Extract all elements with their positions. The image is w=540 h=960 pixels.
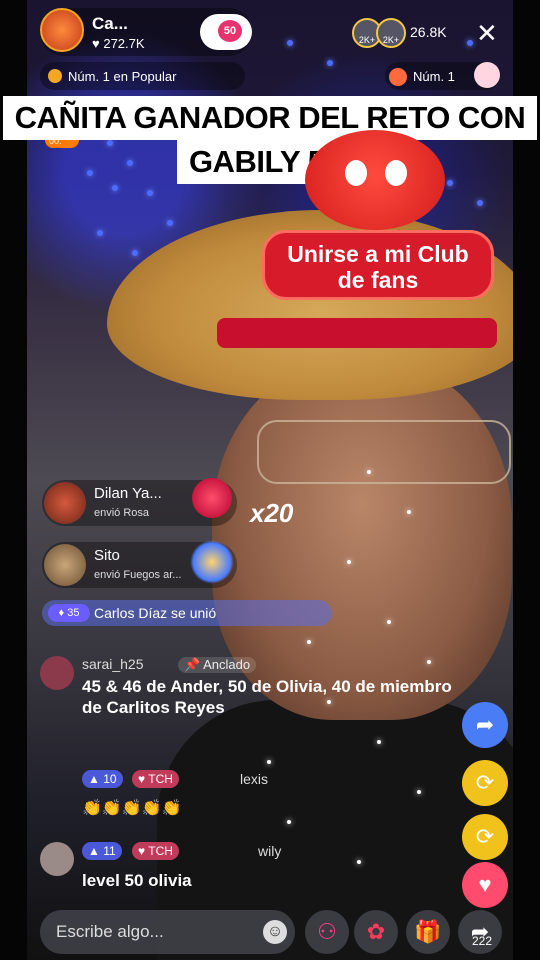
share-arrow-icon[interactable]: ➦ <box>462 702 508 748</box>
gifter-avatar[interactable] <box>44 544 86 586</box>
join-fan-club-banner[interactable]: Unirse a mi Club de fans <box>262 230 494 300</box>
rose-gift-icon <box>192 478 232 518</box>
live-stream-screen: Ca... ✓ ♥ 272.7K 50 2K+ 2K+ 26.8K ✕ Núm.… <box>0 0 540 960</box>
gift-icon[interactable]: 🎁 <box>406 910 450 954</box>
join-notification[interactable]: ♦ 35 Carlos Díaz se unió <box>42 600 332 626</box>
person-glasses <box>257 420 511 484</box>
team-badge: ♥ TCH <box>132 842 179 860</box>
share-count: 222 <box>471 934 493 948</box>
team-badge-label: TCH <box>148 772 173 786</box>
guest-icon[interactable]: ⚇ <box>305 910 349 954</box>
title-line-1: CAÑITA GANADOR DEL RETO CON <box>2 96 538 140</box>
host-name: Ca... <box>92 14 128 33</box>
team-badge-label: TCH <box>148 844 173 858</box>
fan-club-mascot-icon[interactable] <box>305 130 445 230</box>
pinned-badge: 📌 Anclado <box>178 657 257 673</box>
commenter-avatar[interactable] <box>40 656 74 690</box>
repost-icon[interactable]: ⟳ <box>462 814 508 860</box>
secondary-rank-label: Núm. 1 <box>413 69 455 84</box>
popular-rank-label: Núm. 1 en Popular <box>68 69 177 84</box>
gifter-name: Sito <box>94 547 120 564</box>
hat-band <box>217 318 497 348</box>
commenter-name[interactable]: wily <box>258 843 281 859</box>
commenter-name[interactable]: sarai_h25 <box>82 656 144 672</box>
comment-text: level 50 olivia <box>82 871 192 890</box>
commenter-avatar[interactable] <box>40 842 74 876</box>
host-likes-value: 272.7K <box>103 36 145 51</box>
gifter-avatar[interactable] <box>44 482 86 524</box>
comment-text: 👏👏👏👏👏 <box>82 800 182 817</box>
emoji-icon[interactable]: ☺ <box>263 920 287 944</box>
repost-icon[interactable]: ⟳ <box>462 760 508 806</box>
fan-club-button[interactable]: 50 <box>200 14 252 50</box>
mascot-eye <box>385 160 407 186</box>
join-text: Carlos Díaz se unió <box>94 605 217 621</box>
level-badge: ♦ 35 <box>48 604 90 622</box>
rank-icon <box>389 68 407 86</box>
pinned-label: Anclado <box>203 657 251 672</box>
fan-club-level: 50 <box>218 20 242 42</box>
heart-icon <box>48 69 62 83</box>
gift-action: envió Rosa <box>94 507 150 519</box>
level-badge-value: 35 <box>67 607 80 619</box>
comment-text: 45 & 46 de Ander, 50 de Olivia, 40 de mi… <box>82 677 452 717</box>
heart-icon[interactable]: ♥ <box>462 862 508 908</box>
popular-rank-badge[interactable]: Núm. 1 en Popular <box>40 62 245 90</box>
gift-action: envió Fuegos ar... <box>94 569 182 581</box>
top-viewers[interactable]: 2K+ 2K+ <box>352 18 408 48</box>
mascot-eye <box>345 160 367 186</box>
person-face <box>212 360 512 720</box>
gift-combo-count: x20 <box>250 498 294 528</box>
user-level-value: 10 <box>103 772 117 786</box>
close-button[interactable]: ✕ <box>476 18 498 48</box>
comment-input[interactable]: Escribe algo... ☺ <box>40 910 295 954</box>
gift-badge-icon[interactable] <box>474 62 500 88</box>
user-level-badge: ▲ 11 <box>82 842 122 860</box>
team-badge: ♥ TCH <box>132 770 179 788</box>
comment-placeholder: Escribe algo... <box>56 922 164 941</box>
fireworks-gift-icon <box>190 540 234 584</box>
gifter-name: Dilan Ya... <box>94 485 162 502</box>
host-avatar[interactable] <box>40 8 84 52</box>
commenter-name[interactable]: lexis <box>240 771 268 787</box>
secondary-rank-badge[interactable]: Núm. 1 <box>385 62 500 90</box>
rose-icon[interactable]: ✿ <box>354 910 398 954</box>
top-viewer-avatar[interactable]: 2K+ <box>376 18 406 48</box>
host-likes: ♥ 272.7K <box>92 36 145 51</box>
fan-club-banner-line-2: de fans <box>337 267 419 293</box>
user-level-value: 11 <box>103 844 116 858</box>
user-level-badge: ▲ 10 <box>82 770 123 788</box>
viewer-count[interactable]: 26.8K <box>410 24 447 40</box>
stream-title-caption: CAÑITA GANADOR DEL RETO CON GABILY 5-3 <box>0 96 540 184</box>
fan-club-banner-line-1: Unirse a mi Club <box>287 241 469 267</box>
